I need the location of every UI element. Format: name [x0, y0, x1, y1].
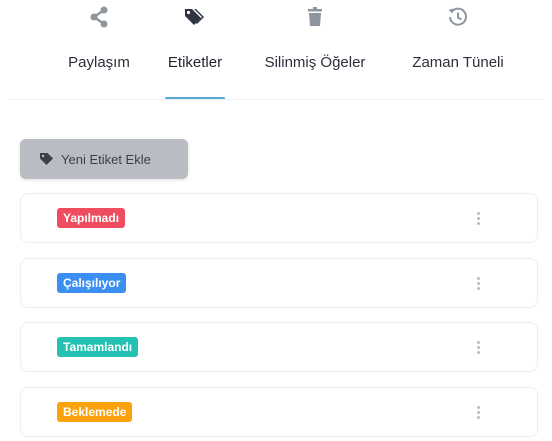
more-options-icon[interactable] [474, 402, 482, 422]
more-options-icon[interactable] [474, 208, 482, 228]
tag-row: Çalışılıyor [20, 258, 538, 308]
tag-row: Tamamlandı [20, 322, 538, 372]
tag-row: Yapılmadı [20, 193, 538, 243]
tag-badge: Beklemede [57, 402, 133, 422]
trash-icon [302, 4, 328, 30]
tag-badge: Çalışılıyor [57, 273, 127, 293]
tab-bar: Paylaşım Etiketler Silinmiş Öğeler Zaman… [0, 0, 552, 100]
tab-label: Zaman Tüneli [412, 54, 504, 71]
tabs-divider [8, 99, 544, 100]
tab-label: Silinmiş Öğeler [264, 54, 366, 71]
tag-icon [182, 4, 208, 30]
tab-label: Paylaşım [68, 54, 130, 71]
tag-badge: Tamamlandı [57, 337, 139, 357]
tab-silinmis-ogeler[interactable]: Silinmiş Öğeler [254, 0, 376, 100]
tab-zaman-tuneli[interactable]: Zaman Tüneli [402, 0, 514, 100]
share-icon [86, 4, 112, 30]
more-options-icon[interactable] [474, 273, 482, 293]
tab-etiketler[interactable]: Etiketler [160, 0, 230, 100]
history-icon [445, 4, 471, 30]
tag-icon [39, 151, 55, 167]
more-options-icon[interactable] [474, 337, 482, 357]
add-tag-button[interactable]: Yeni Etiket Ekle [20, 139, 188, 179]
tab-paylasim[interactable]: Paylaşım [64, 0, 134, 100]
tag-row: Beklemede [20, 387, 538, 437]
add-tag-label: Yeni Etiket Ekle [61, 151, 151, 167]
tab-label: Etiketler [167, 54, 223, 71]
tag-badge: Yapılmadı [57, 208, 126, 228]
